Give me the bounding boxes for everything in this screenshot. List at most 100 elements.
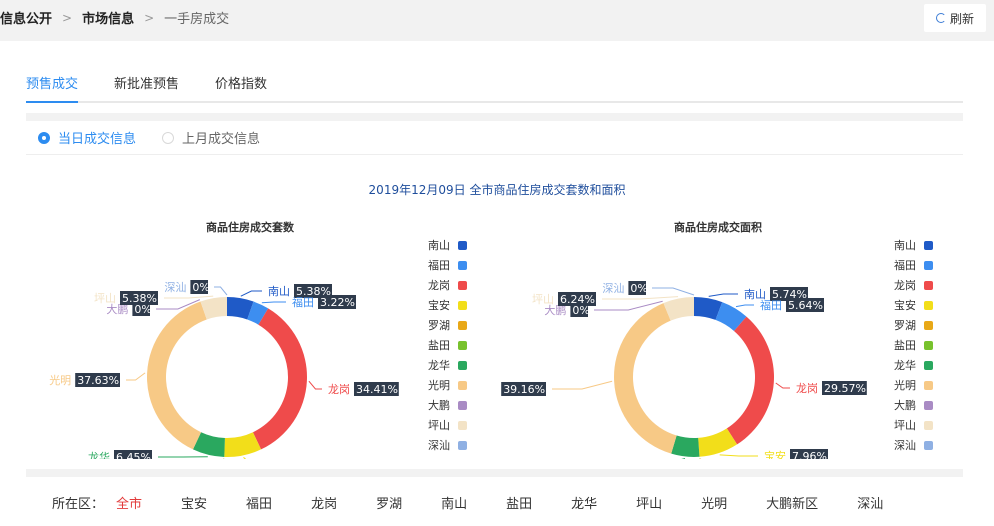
- district-option[interactable]: 宝安: [181, 493, 207, 512]
- legend-item[interactable]: 光明: [428, 375, 467, 395]
- breadcrumb-item-current: 一手房成交: [164, 12, 230, 27]
- legend-swatch: [458, 360, 467, 370]
- top-bar: 信息公开 > 市场信息 > 一手房成交 刷新: [0, 0, 994, 40]
- tab-presale-deal[interactable]: 预售成交: [26, 75, 79, 103]
- breadcrumb-separator-icon: >: [144, 10, 155, 25]
- legend-swatch: [458, 260, 467, 270]
- legend-item[interactable]: 盐田: [894, 335, 933, 355]
- label-line-9: [164, 295, 214, 299]
- data-label-name: 宝安: [764, 449, 786, 459]
- legend-swatch: [924, 320, 933, 330]
- legend-item[interactable]: 宝安: [428, 295, 467, 315]
- legend-label: 南山: [894, 239, 916, 252]
- data-label-2: 龙岗 34.41%: [328, 382, 399, 396]
- data-label-name: 坪山: [532, 293, 554, 306]
- label-line-1: [261, 301, 286, 304]
- data-label-7: 光明39.16%: [501, 382, 546, 396]
- label-line-3: [243, 456, 247, 459]
- district-option[interactable]: 坪山: [636, 493, 662, 512]
- legend-swatch: [458, 280, 467, 290]
- legend-swatch: [924, 400, 933, 410]
- legend-swatch: [458, 420, 467, 430]
- legend-item[interactable]: 罗湖: [428, 315, 467, 335]
- legend-label: 盐田: [428, 339, 450, 352]
- donut-slice-2[interactable]: [252, 308, 307, 450]
- data-label-1: 福田 3.22%: [292, 295, 356, 309]
- donut-slice-7[interactable]: [614, 303, 677, 454]
- data-label-name: 深汕: [602, 282, 624, 295]
- legend-label: 罗湖: [428, 319, 450, 332]
- district-option[interactable]: 龙华: [571, 493, 597, 512]
- district-filter: 所在区： 全市 宝安 福田 龙岗 罗湖 南山 盐田 龙华 坪山 光明 大鹏新区 深汕: [52, 493, 922, 512]
- legend-item[interactable]: 福田: [894, 255, 933, 275]
- legend-swatch: [924, 300, 933, 310]
- data-label-name: 福田: [760, 298, 782, 312]
- legend-item[interactable]: 坪山: [428, 415, 467, 435]
- legend-item[interactable]: 龙华: [894, 355, 933, 375]
- legend-label: 盐田: [894, 339, 916, 352]
- data-label-value: 7.96%: [792, 450, 827, 459]
- radio-monthly[interactable]: 上月成交信息: [162, 128, 260, 147]
- tab-price-index[interactable]: 价格指数: [215, 75, 267, 103]
- data-label-7: 光明 37.63%: [49, 373, 120, 387]
- district-option[interactable]: 福田: [246, 493, 272, 512]
- legend-swatch: [458, 300, 467, 310]
- district-option[interactable]: 光明: [701, 493, 727, 512]
- data-label-value: 37.63%: [77, 374, 119, 387]
- data-label-name: 龙华: [88, 450, 110, 459]
- divider: [26, 469, 963, 477]
- district-option[interactable]: 盐田: [506, 493, 532, 512]
- legend-item[interactable]: 大鹏: [894, 395, 933, 415]
- breadcrumb-item-info[interactable]: 信息公开: [0, 8, 52, 27]
- legend-item[interactable]: 光明: [894, 375, 933, 395]
- data-label-value: 0%: [630, 282, 647, 295]
- legend-item[interactable]: 龙华: [428, 355, 467, 375]
- data-label-name: 龙岗: [328, 383, 350, 396]
- label-line-2: [308, 380, 322, 390]
- label-line-0: [708, 293, 738, 297]
- legend-swatch: [924, 360, 933, 370]
- breadcrumb-item-market[interactable]: 市场信息: [82, 8, 134, 27]
- refresh-button[interactable]: 刷新: [924, 4, 986, 32]
- legend-swatch: [458, 400, 467, 410]
- legend-item[interactable]: 南山: [428, 235, 467, 255]
- chart-units: 商品住房成交套数 南山5.38%福田3.22%龙岗34.41%宝安7.53%罗湖…: [30, 209, 510, 459]
- legend-label: 龙华: [894, 359, 916, 372]
- district-option[interactable]: 罗湖: [376, 493, 402, 512]
- legend-swatch: [458, 240, 467, 250]
- district-option[interactable]: 大鹏新区: [766, 493, 818, 512]
- data-label-value: 6.45%: [116, 451, 151, 459]
- donut-slice-7[interactable]: [147, 301, 207, 450]
- district-option[interactable]: 深汕: [857, 493, 883, 512]
- legend-item[interactable]: 深汕: [428, 435, 467, 455]
- radio-daily[interactable]: 当日成交信息: [38, 128, 136, 147]
- data-label-name: 福田: [292, 295, 314, 309]
- legend-item[interactable]: 罗湖: [894, 315, 933, 335]
- data-label-1: 福田 5.64%: [760, 298, 824, 312]
- legend-swatch: [924, 380, 933, 390]
- legend-item[interactable]: 盐田: [428, 335, 467, 355]
- legend-item[interactable]: 坪山: [894, 415, 933, 435]
- district-option[interactable]: 龙岗: [311, 493, 337, 512]
- district-option[interactable]: 南山: [441, 493, 467, 512]
- district-filter-label: 所在区：: [52, 497, 105, 512]
- legend-item[interactable]: 龙岗: [894, 275, 933, 295]
- radio-monthly-label: 上月成交信息: [182, 132, 261, 147]
- legend-item[interactable]: 福田: [428, 255, 467, 275]
- legend-label: 龙华: [428, 359, 450, 372]
- legend-item[interactable]: 深汕: [894, 435, 933, 455]
- legend-item[interactable]: 宝安: [894, 295, 933, 315]
- radio-checked-icon: [38, 131, 50, 144]
- legend-swatch: [924, 440, 933, 450]
- legend-item[interactable]: 龙岗: [428, 275, 467, 295]
- donut-slice-2[interactable]: [726, 316, 774, 445]
- label-line-8: [594, 300, 663, 311]
- legend-label: 大鹏: [428, 399, 450, 412]
- tab-bar: 预售成交 新批准预售 价格指数: [26, 75, 963, 103]
- breadcrumb: 信息公开 > 市场信息 > 一手房成交: [0, 8, 230, 28]
- legend-label: 龙岗: [894, 279, 916, 292]
- district-option[interactable]: 全市: [116, 493, 142, 512]
- legend-item[interactable]: 南山: [894, 235, 933, 255]
- legend-item[interactable]: 大鹏: [428, 395, 467, 415]
- tab-new-presale[interactable]: 新批准预售: [114, 75, 179, 103]
